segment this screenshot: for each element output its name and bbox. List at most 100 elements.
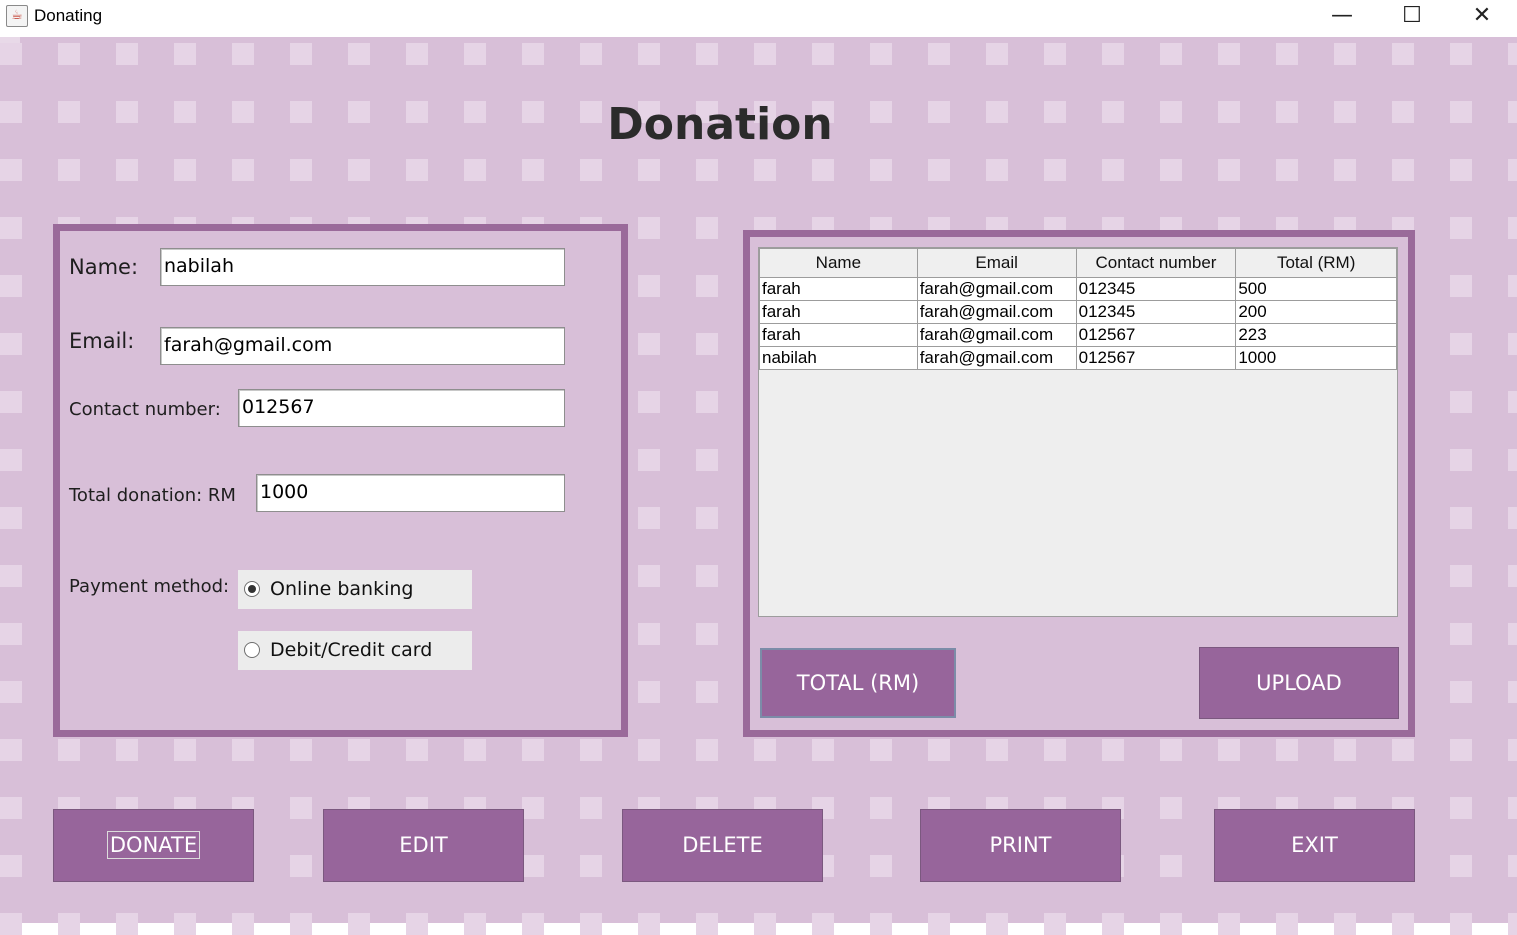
table-row[interactable]: farah farah@gmail.com 012567 223 [759, 323, 1397, 347]
radio-unselected-icon[interactable] [244, 642, 260, 658]
minimize-button[interactable]: — [1307, 0, 1377, 32]
background-tile [1392, 739, 1414, 761]
background-tile [812, 739, 834, 761]
table-cell[interactable]: 223 [1235, 323, 1397, 347]
table-cell[interactable]: 012567 [1075, 346, 1237, 370]
background-tile [638, 43, 660, 65]
table-row[interactable]: farah farah@gmail.com 012345 200 [759, 300, 1397, 324]
table-cell[interactable]: 500 [1235, 277, 1397, 301]
background-tile [638, 391, 660, 413]
table-cell[interactable]: farah@gmail.com [916, 346, 1077, 370]
table-cell[interactable]: farah [759, 323, 918, 347]
table-cell[interactable]: nabilah [759, 346, 918, 370]
background-tile [1276, 739, 1298, 761]
table-cell[interactable]: 012567 [1075, 323, 1237, 347]
background-tile [870, 797, 892, 819]
maximize-button[interactable]: ☐ [1377, 0, 1447, 32]
donations-table-scrollpane[interactable]: Name Email Contact number Total (RM) far… [758, 247, 1398, 617]
background-tile [696, 913, 718, 935]
background-tile [290, 913, 312, 935]
close-window-button[interactable]: ✕ [1447, 0, 1517, 32]
table-cell[interactable]: 1000 [1235, 346, 1397, 370]
background-tile [1276, 101, 1298, 123]
background-tile [232, 913, 254, 935]
background-tile [1102, 43, 1124, 65]
background-tile [1218, 913, 1240, 935]
table-cell[interactable]: farah@gmail.com [916, 300, 1077, 324]
email-field[interactable]: farah@gmail.com [160, 327, 565, 365]
radio-selected-icon[interactable] [244, 581, 260, 597]
background-tile [0, 739, 22, 761]
background-tile [1450, 739, 1472, 761]
background-tile [1334, 159, 1356, 181]
background-tile [1508, 391, 1517, 413]
radio-online-banking-label: Online banking [270, 578, 414, 600]
upload-button[interactable]: UPLOAD [1199, 647, 1399, 719]
column-header-contact-number[interactable]: Contact number [1075, 248, 1237, 278]
background-tile [174, 101, 196, 123]
total-donation-field[interactable]: 1000 [256, 474, 565, 512]
background-tile [696, 449, 718, 471]
donate-button-label: DONATE [106, 831, 201, 859]
delete-button[interactable]: DELETE [622, 809, 823, 882]
total-rm-button-label: TOTAL (RM) [796, 671, 920, 695]
background-tile [1160, 739, 1182, 761]
background-tile [696, 623, 718, 645]
background-tile [696, 43, 718, 65]
background-tile [1334, 739, 1356, 761]
background-tile [1508, 217, 1517, 239]
background-tile [696, 217, 718, 239]
background-tile [1450, 217, 1472, 239]
background-tile [696, 391, 718, 413]
background-tile [0, 43, 22, 65]
radio-debit-credit-card[interactable]: Debit/Credit card [238, 631, 472, 670]
donate-button[interactable]: DONATE [53, 809, 254, 882]
table-cell[interactable]: 012345 [1075, 277, 1237, 301]
contact-number-field[interactable]: 012567 [238, 389, 565, 427]
table-row[interactable]: farah farah@gmail.com 012345 500 [759, 277, 1397, 301]
background-tile [290, 159, 312, 181]
table-cell[interactable]: 012345 [1075, 300, 1237, 324]
table-cell[interactable]: farah@gmail.com [916, 323, 1077, 347]
edit-button[interactable]: EDIT [323, 809, 524, 882]
background-tile [638, 565, 660, 587]
maximize-icon: ☐ [1402, 3, 1422, 28]
background-tile [986, 913, 1008, 935]
name-label: Name: [69, 255, 139, 279]
background-tile [116, 739, 138, 761]
column-header-total[interactable]: Total (RM) [1235, 248, 1397, 278]
background-tile [1450, 43, 1472, 65]
background-tile [522, 739, 544, 761]
background-tile [1102, 159, 1124, 181]
column-header-email[interactable]: Email [916, 248, 1077, 278]
background-tile [754, 913, 776, 935]
exit-button[interactable]: EXIT [1214, 809, 1415, 882]
table-cell[interactable]: farah [759, 300, 918, 324]
payment-method-label: Payment method: [69, 576, 230, 597]
email-label: Email: [69, 329, 135, 353]
background-tile [870, 739, 892, 761]
background-tile [1102, 101, 1124, 123]
background-tile [870, 43, 892, 65]
background-tile [1102, 739, 1124, 761]
background-tile [812, 159, 834, 181]
table-cell[interactable]: farah@gmail.com [916, 277, 1077, 301]
background-tile [1450, 681, 1472, 703]
background-tile [1508, 623, 1517, 645]
table-row[interactable]: nabilah farah@gmail.com 012567 1000 [759, 346, 1397, 370]
name-field[interactable]: nabilah [160, 248, 565, 286]
background-tile [1508, 565, 1517, 587]
background-tile [580, 913, 602, 935]
background-tile [1160, 855, 1182, 877]
radio-online-banking[interactable]: Online banking [238, 570, 472, 609]
background-tile [638, 913, 660, 935]
total-rm-button[interactable]: TOTAL (RM) [760, 648, 956, 718]
background-tile [0, 101, 22, 123]
table-cell[interactable]: farah [759, 277, 918, 301]
donations-table[interactable]: Name Email Contact number Total (RM) far… [759, 248, 1397, 370]
background-tile [1450, 623, 1472, 645]
column-header-name[interactable]: Name [759, 248, 918, 278]
table-cell[interactable]: 200 [1235, 300, 1397, 324]
print-button[interactable]: PRINT [920, 809, 1121, 882]
background-tile [522, 101, 544, 123]
